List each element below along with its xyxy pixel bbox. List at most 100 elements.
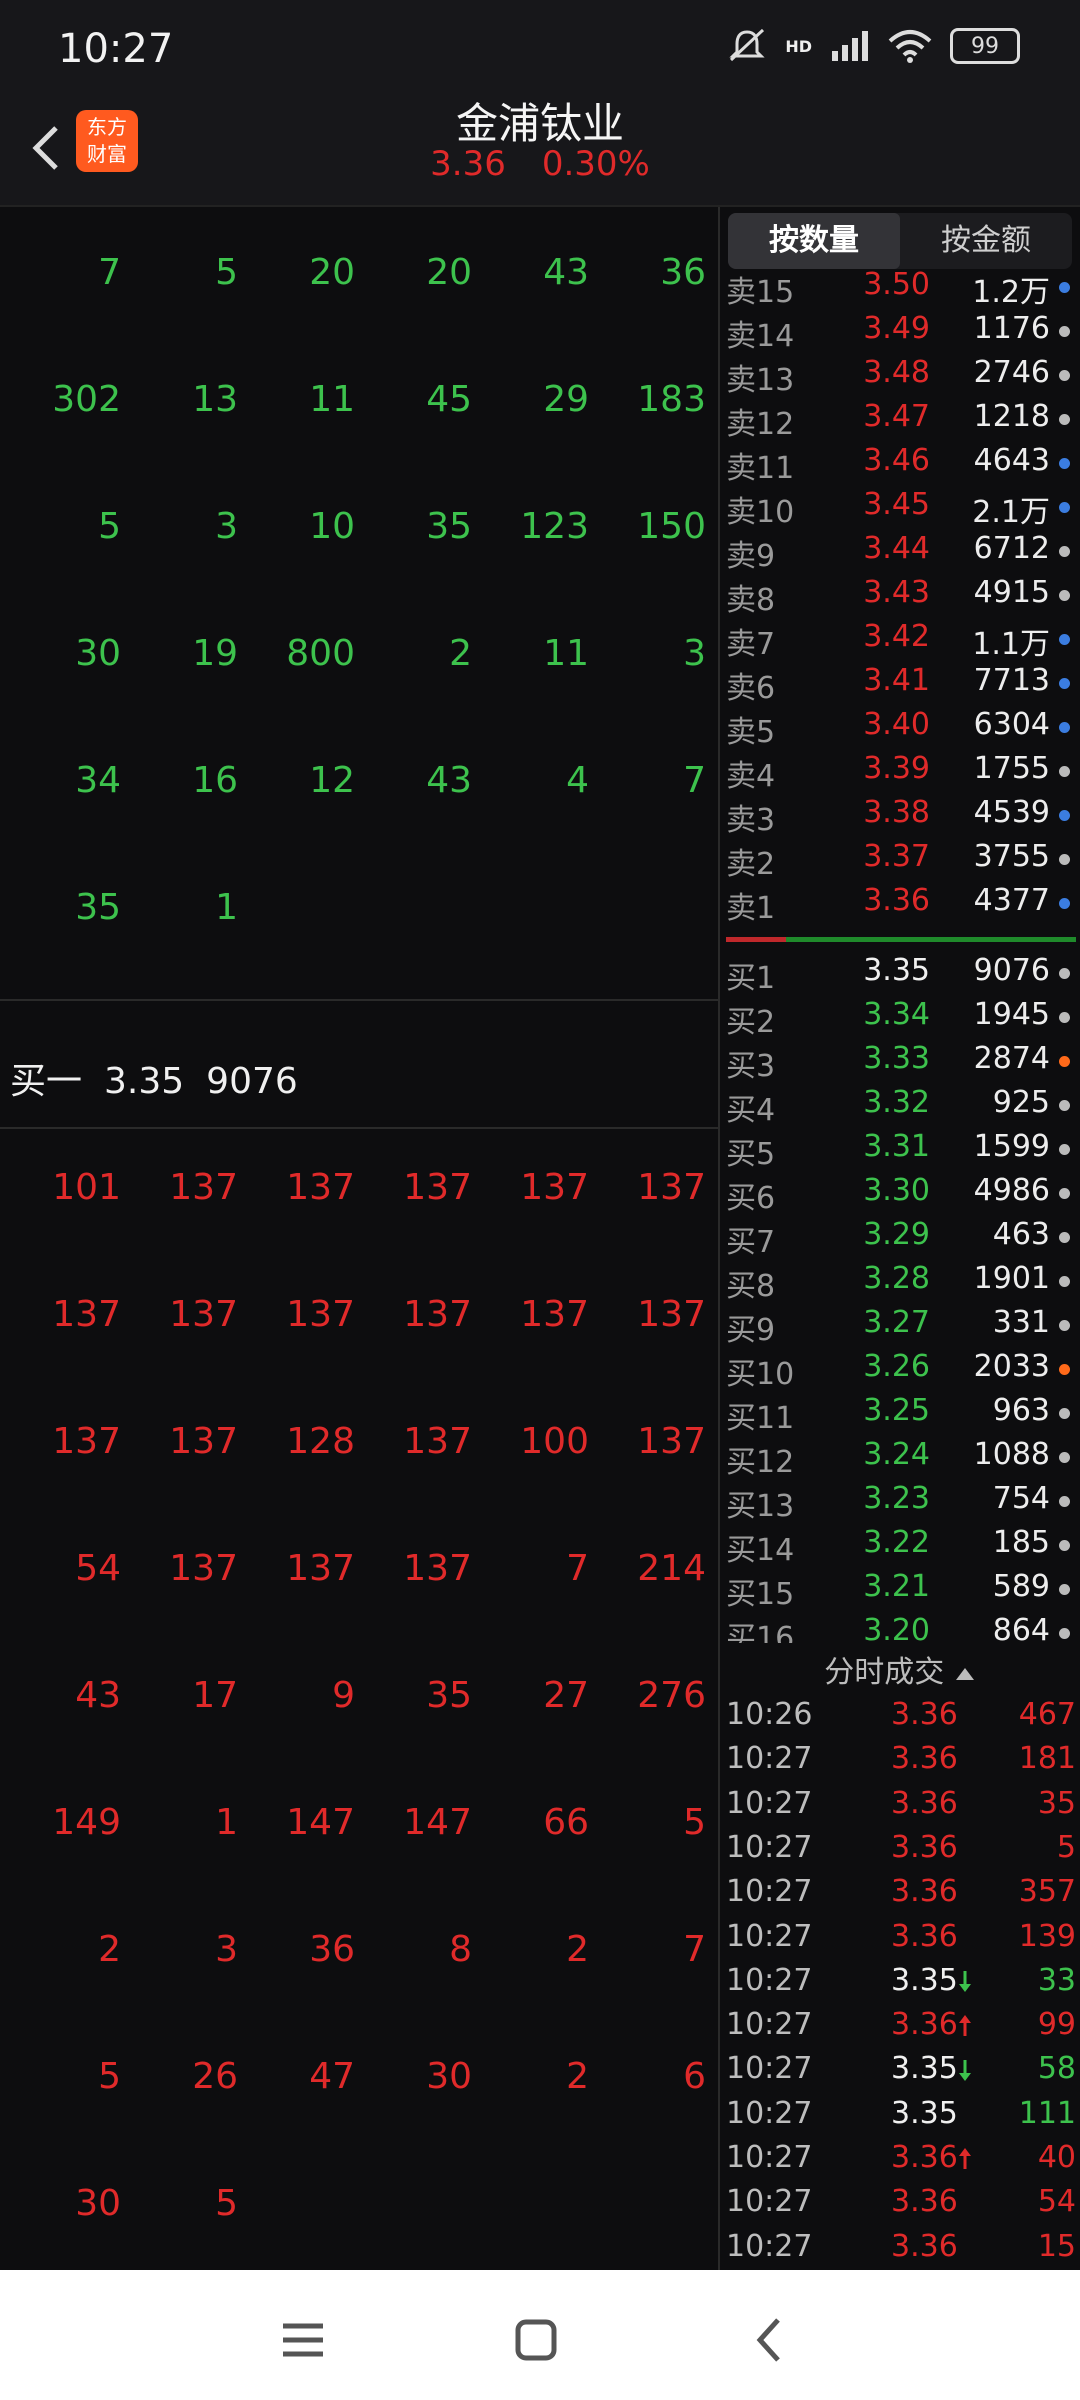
caret-up-icon xyxy=(955,1668,974,1680)
queue-cell: 137 xyxy=(637,1167,706,1208)
tab-by-quantity[interactable]: 按数量 xyxy=(728,213,900,269)
app-logo[interactable]: 东方 财富 xyxy=(76,110,138,172)
queue-cell: 2 xyxy=(98,1929,121,1970)
queue-cell: 214 xyxy=(637,1548,706,1589)
trade-time: 10:27 xyxy=(726,1918,813,1954)
order-book-panel: 按数量 按金额 卖15 3.50 1.2万 卖14 3.49 1176 卖13 3.48 274… xyxy=(720,207,1080,2270)
queue-row: 149 1 147 147 66 5 xyxy=(0,1802,718,1929)
level-price: 3.41 xyxy=(863,663,930,698)
menu-icon[interactable] xyxy=(273,2310,333,2370)
level-volume: 1.1万 xyxy=(972,627,1050,662)
queue-row: 43 17 9 35 27 276 xyxy=(0,1675,718,1802)
queue-cell: 101 xyxy=(52,1167,121,1208)
ask-level-row: 卖15 3.50 1.2万 xyxy=(726,267,1076,311)
battery-icon: 99 xyxy=(950,28,1020,64)
mute-bell-icon xyxy=(729,28,765,62)
back-triangle-icon[interactable] xyxy=(740,2310,800,2370)
queue-cell: 123 xyxy=(520,506,589,547)
queue-cell: 20 xyxy=(309,252,355,293)
home-square-icon[interactable] xyxy=(506,2310,566,2370)
trade-time: 10:27 xyxy=(726,2184,813,2220)
level-label: 买8 xyxy=(726,1269,776,1304)
trade-price-value: 3.36 xyxy=(891,1785,958,1821)
level-label: 卖4 xyxy=(726,759,776,794)
trade-row: 10:27 3.36 15 xyxy=(726,2229,1076,2273)
trade-row: 10:27 3.36 54 xyxy=(726,2184,1076,2228)
bid-level-row: 买6 3.30 4986 xyxy=(726,1173,1076,1217)
stock-price: 3.36 xyxy=(430,144,506,184)
queue-cell: 137 xyxy=(286,1294,355,1335)
level-price: 3.27 xyxy=(863,1305,930,1340)
trades-header[interactable]: 分时成交 xyxy=(720,1647,1080,1691)
level-price: 3.25 xyxy=(863,1393,930,1428)
trade-price-value: 3.36 xyxy=(891,1741,958,1777)
level-label: 买9 xyxy=(726,1313,776,1348)
queue-cell: 3 xyxy=(215,1929,238,1970)
queue-cell: 11 xyxy=(309,379,355,420)
ask-level-row: 卖12 3.47 1218 xyxy=(726,399,1076,443)
queue-cell: 26 xyxy=(192,2056,238,2097)
level-label: 卖8 xyxy=(726,583,776,618)
queue-cell: 27 xyxy=(543,1675,589,1716)
level-price: 3.22 xyxy=(863,1525,930,1560)
status-time: 10:27 xyxy=(58,26,174,72)
queue-cell: 800 xyxy=(286,633,355,674)
level-label: 买11 xyxy=(726,1401,795,1436)
trade-time: 10:27 xyxy=(726,2228,813,2264)
queue-cell: 137 xyxy=(403,1421,472,1462)
queue-cell: 30 xyxy=(426,2056,472,2097)
queue-cell: 1 xyxy=(215,1802,238,1843)
level-marker-dot xyxy=(1059,766,1070,777)
bid-level-row: 买14 3.22 185 xyxy=(726,1525,1076,1569)
level-price: 3.47 xyxy=(863,399,930,434)
level-label: 买5 xyxy=(726,1137,776,1172)
tab-by-amount[interactable]: 按金额 xyxy=(900,213,1072,269)
level-volume: 2033 xyxy=(973,1349,1050,1384)
level-marker-dot xyxy=(1059,546,1070,557)
level-marker-dot xyxy=(1059,1056,1070,1067)
trade-price-value: 3.36 xyxy=(891,1874,958,1910)
queue-cell: 2 xyxy=(449,633,472,674)
queue-cell: 302 xyxy=(52,379,121,420)
stock-name: 金浦钛业 xyxy=(455,99,624,148)
level-marker-dot xyxy=(1059,326,1070,337)
queue-cell: 7 xyxy=(683,1929,706,1970)
queue-cell: 6 xyxy=(683,2056,706,2097)
queue-row: 5 26 47 30 2 6 xyxy=(0,2056,718,2183)
trade-volume: 181 xyxy=(1018,1741,1076,1777)
level-price: 3.20 xyxy=(863,1613,930,1643)
level-marker-dot xyxy=(1059,282,1070,293)
level-label: 买15 xyxy=(726,1577,795,1612)
level-label: 买7 xyxy=(726,1225,776,1260)
trade-volume: 5 xyxy=(1056,1829,1076,1865)
queue-cell: 1 xyxy=(215,887,238,928)
back-arrow-icon[interactable] xyxy=(20,112,80,182)
level-volume: 463 xyxy=(992,1217,1050,1252)
trade-volume: 111 xyxy=(1018,2095,1076,2131)
level-label: 卖12 xyxy=(726,407,795,442)
trade-price-value: 3.36 xyxy=(891,2140,958,2175)
queue-cell: 16 xyxy=(192,760,238,801)
level-label: 买4 xyxy=(726,1093,776,1128)
arrow-up-icon xyxy=(958,2147,971,2169)
level-volume: 4643 xyxy=(973,443,1050,478)
queue-cell: 100 xyxy=(520,1421,589,1462)
level-volume: 185 xyxy=(992,1525,1050,1560)
buy1-summary: 买一 3.35 9076 xyxy=(10,1052,320,1104)
level-label: 卖15 xyxy=(726,275,795,310)
trade-row: 10:27 3.36 357 xyxy=(726,1874,1076,1918)
level-label: 卖7 xyxy=(726,627,776,662)
queue-cell: 5 xyxy=(98,2056,121,2097)
queue-cell: 128 xyxy=(286,1421,355,1462)
level-volume: 4986 xyxy=(973,1173,1050,1208)
level-price: 3.21 xyxy=(863,1569,930,1604)
trade-volume: 58 xyxy=(1037,2051,1076,2087)
level-price: 3.48 xyxy=(863,355,930,390)
queue-cell: 20 xyxy=(426,252,472,293)
trade-row: 10:26 3.36 467 xyxy=(726,1697,1076,1741)
queue-cell: 149 xyxy=(52,1802,121,1843)
level-label: 卖2 xyxy=(726,847,776,882)
order-queue-panel: 7 5 20 20 43 36 302 13 11 45 29 183 5 3 10 35 123 150 30 19… xyxy=(0,207,720,2270)
level-marker-dot xyxy=(1059,414,1070,425)
level-marker-dot xyxy=(1059,458,1070,469)
